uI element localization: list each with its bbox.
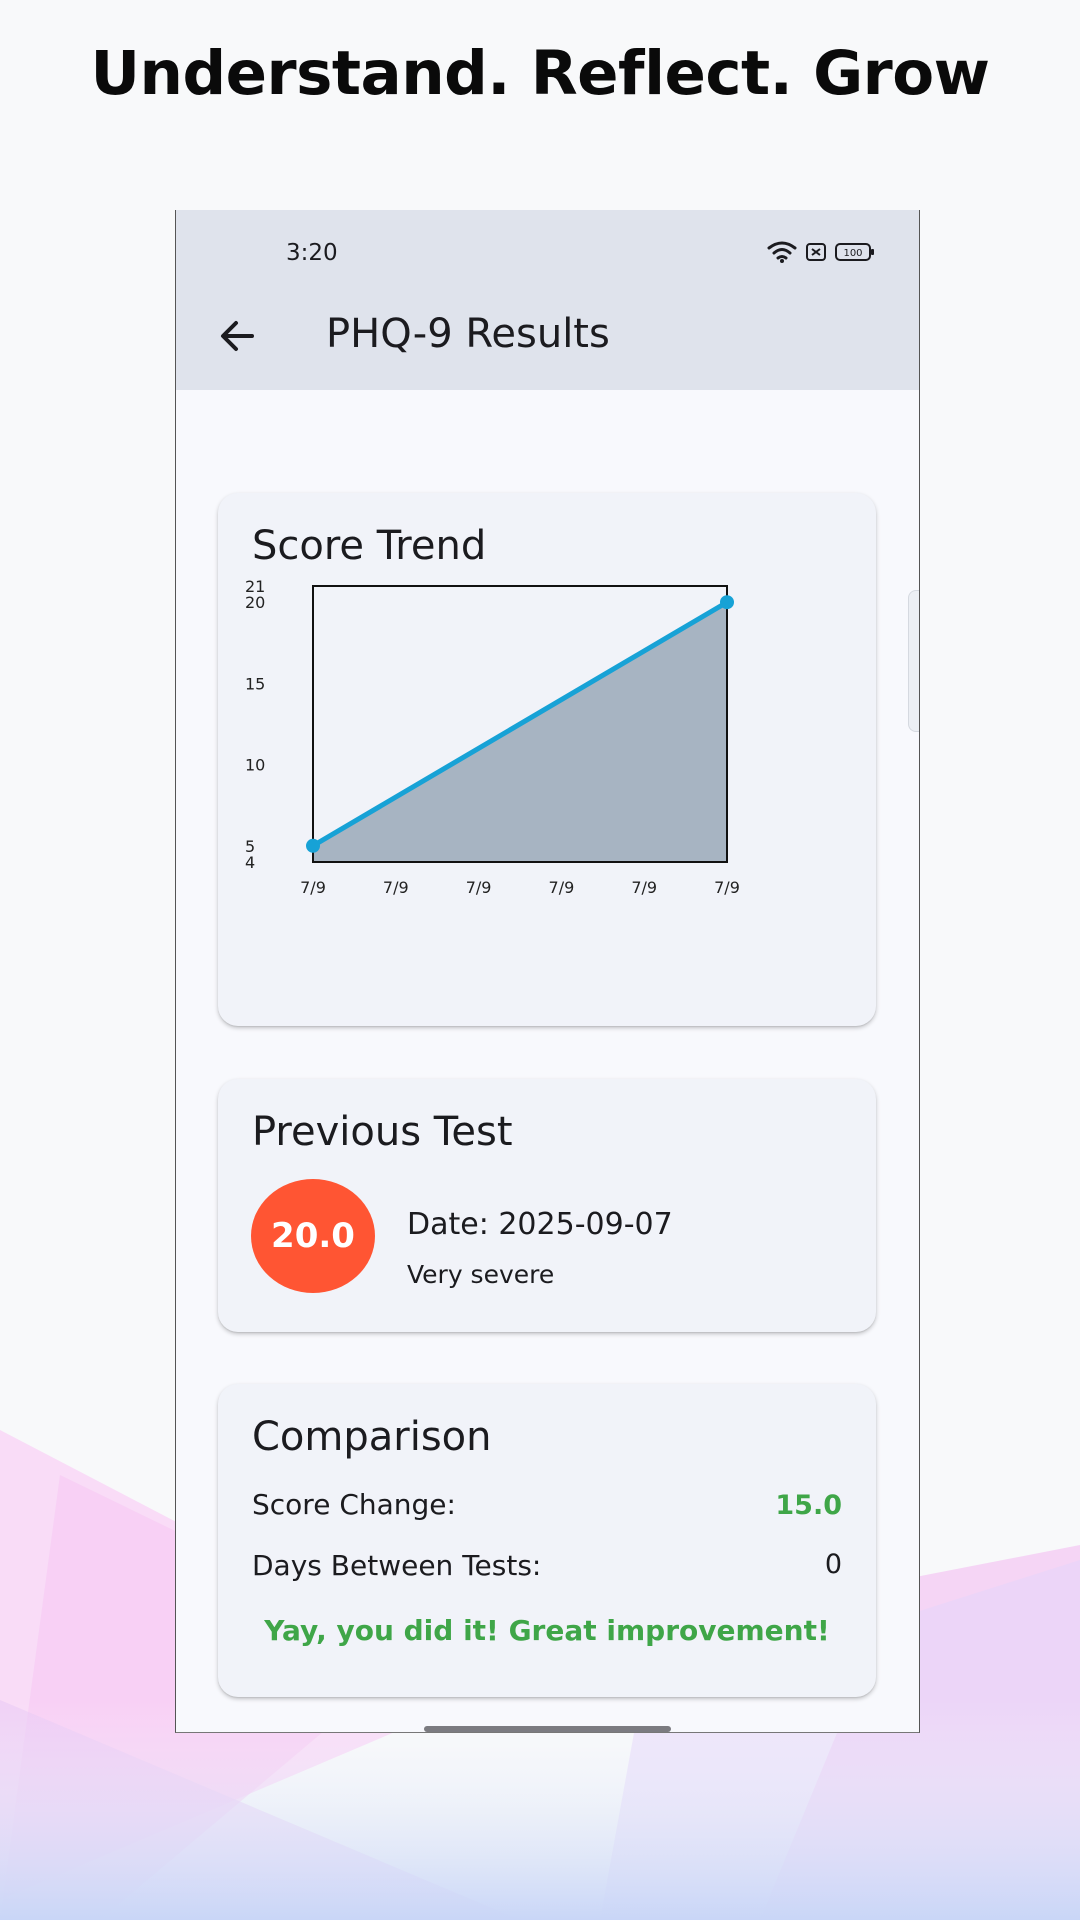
scroll-handle[interactable] [908, 590, 919, 732]
data-point-end [720, 595, 734, 610]
status-icons: 100 [767, 240, 875, 264]
previous-test-date: Date: 2025-09-07 [407, 1207, 673, 1242]
x-tick-label: 7/9 [631, 878, 657, 897]
x-tick-label: 7/9 [549, 878, 575, 897]
x-tick-label: 7/9 [714, 878, 740, 897]
y-tick-label: 21 [245, 577, 265, 596]
days-between-label: Days Between Tests: [252, 1549, 542, 1582]
y-tick-label: 10 [245, 756, 265, 775]
y-tick-label: 20 [245, 593, 265, 612]
headline: Understand. Reflect. Grow [90, 38, 990, 109]
app-bar: 3:20 100 PHQ-9 Results [176, 210, 919, 390]
battery-icon: 100 [835, 243, 874, 261]
comparison-card: Comparison Score Change: 15.0 Days Betwe… [218, 1384, 876, 1697]
score-change-label: Score Change: [252, 1488, 456, 1521]
x-tick-label: 7/9 [466, 878, 492, 897]
home-indicator[interactable] [424, 1726, 671, 1732]
back-arrow-icon[interactable] [214, 313, 260, 359]
phone-screen: 3:20 100 PHQ-9 Results Score Trend 4 5 1… [175, 210, 920, 1733]
y-tick-label: 15 [245, 674, 265, 693]
data-point-start [306, 838, 320, 853]
days-between-value: 0 [824, 1549, 842, 1580]
previous-test-card: Previous Test 20.0 Date: 2025-09-07 Very… [218, 1079, 876, 1332]
y-tick-label: 4 [245, 853, 255, 872]
y-tick-label: 5 [245, 837, 255, 856]
page-title: PHQ-9 Results [326, 311, 610, 357]
x-tick-label: 7/9 [300, 878, 326, 897]
improvement-message: Yay, you did it! Great improvement! [264, 1614, 830, 1647]
score-change-value: 15.0 [775, 1490, 842, 1521]
previous-test-title: Previous Test [252, 1109, 513, 1155]
x-tick-label: 7/9 [383, 878, 409, 897]
comparison-title: Comparison [252, 1414, 492, 1460]
score-badge: 20.0 [251, 1179, 375, 1293]
status-time: 3:20 [286, 240, 338, 266]
score-trend-card: Score Trend 4 5 10 15 20 21 7/9 7/9 7/9 7/9 7/9 7/9 [218, 493, 876, 1026]
previous-test-severity: Very severe [407, 1260, 555, 1289]
battery-level: 100 [843, 248, 862, 259]
wifi-icon [767, 241, 797, 263]
no-sim-icon [806, 243, 826, 261]
score-trend-chart: 45 10 15 2021 7/9 7/9 7/9 7/9 7/9 7/9 [245, 577, 740, 897]
